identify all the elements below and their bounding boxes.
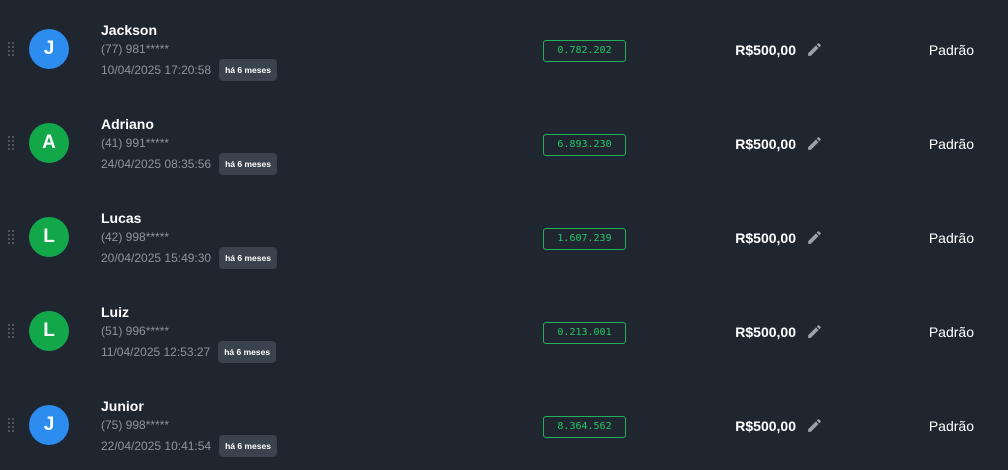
contact-name: Jackson <box>101 22 158 38</box>
contact-name: Lucas <box>101 210 142 226</box>
contact-list: J Jackson (77) 981***** 10/04/2025 17:20… <box>0 0 1008 470</box>
avatar: J <box>29 29 69 69</box>
contact-datetime: 20/04/2025 15:49:30 <box>101 251 212 265</box>
avatar: L <box>29 311 69 351</box>
code-badge: 6.893.230 <box>543 134 626 156</box>
amount-value: R$500,00 <box>735 42 796 58</box>
code-badge: 0.213.001 <box>543 322 626 344</box>
contact-name: Luiz <box>101 304 129 320</box>
contact-phone: (77) 981***** <box>101 42 170 56</box>
pencil-icon[interactable] <box>806 229 823 246</box>
date-line: 24/04/2025 08:35:56 há 6 meses <box>101 153 277 175</box>
drag-handle-icon[interactable] <box>8 418 14 432</box>
contact-datetime: 22/04/2025 10:41:54 <box>101 439 212 453</box>
code-badge: 1.607.239 <box>543 228 626 250</box>
avatar: L <box>29 217 69 257</box>
contact-name: Junior <box>101 398 144 414</box>
amount-value: R$500,00 <box>735 230 796 246</box>
code-badge: 8.364.562 <box>543 416 626 438</box>
relative-time-badge: há 6 meses <box>218 341 277 363</box>
avatar: A <box>29 123 69 163</box>
date-line: 20/04/2025 15:49:30 há 6 meses <box>101 247 277 269</box>
pencil-icon[interactable] <box>806 417 823 434</box>
contact-datetime: 11/04/2025 12:53:27 <box>101 345 211 359</box>
contact-phone: (75) 998***** <box>101 418 170 432</box>
list-item[interactable]: A Adriano (41) 991***** 24/04/2025 08:35… <box>0 96 1008 190</box>
list-item[interactable]: L Lucas (42) 998***** 20/04/2025 15:49:3… <box>0 190 1008 284</box>
relative-time-badge: há 6 meses <box>219 59 277 81</box>
code-badge: 0.782.202 <box>543 40 626 62</box>
list-item[interactable]: J Junior (75) 998***** 22/04/2025 10:41:… <box>0 378 1008 470</box>
amount-value: R$500,00 <box>735 324 796 340</box>
relative-time-badge: há 6 meses <box>219 435 277 457</box>
contact-phone: (41) 991***** <box>101 136 170 150</box>
amount-value: R$500,00 <box>735 136 796 152</box>
list-item[interactable]: L Luiz (51) 996***** 11/04/2025 12:53:27… <box>0 284 1008 378</box>
type-label: Padrão <box>928 42 974 58</box>
type-label: Padrão <box>928 230 974 246</box>
type-label: Padrão <box>928 418 974 434</box>
drag-handle-icon[interactable] <box>8 324 14 338</box>
relative-time-badge: há 6 meses <box>219 247 277 269</box>
contact-phone: (51) 996***** <box>101 324 170 338</box>
type-label: Padrão <box>928 136 974 152</box>
date-line: 22/04/2025 10:41:54 há 6 meses <box>101 435 277 457</box>
date-line: 10/04/2025 17:20:58 há 6 meses <box>101 59 277 81</box>
drag-handle-icon[interactable] <box>8 136 14 150</box>
pencil-icon[interactable] <box>806 135 823 152</box>
list-item[interactable]: J Jackson (77) 981***** 10/04/2025 17:20… <box>0 2 1008 96</box>
contact-name: Adriano <box>101 116 154 132</box>
relative-time-badge: há 6 meses <box>219 153 277 175</box>
avatar: J <box>29 405 69 445</box>
date-line: 11/04/2025 12:53:27 há 6 meses <box>101 341 277 363</box>
contact-phone: (42) 998***** <box>101 230 170 244</box>
pencil-icon[interactable] <box>806 323 823 340</box>
pencil-icon[interactable] <box>806 41 823 58</box>
type-label: Padrão <box>928 324 974 340</box>
drag-handle-icon[interactable] <box>8 230 14 244</box>
contact-datetime: 10/04/2025 17:20:58 <box>101 63 212 77</box>
amount-value: R$500,00 <box>735 418 796 434</box>
contact-datetime: 24/04/2025 08:35:56 <box>101 157 212 171</box>
drag-handle-icon[interactable] <box>8 42 14 56</box>
